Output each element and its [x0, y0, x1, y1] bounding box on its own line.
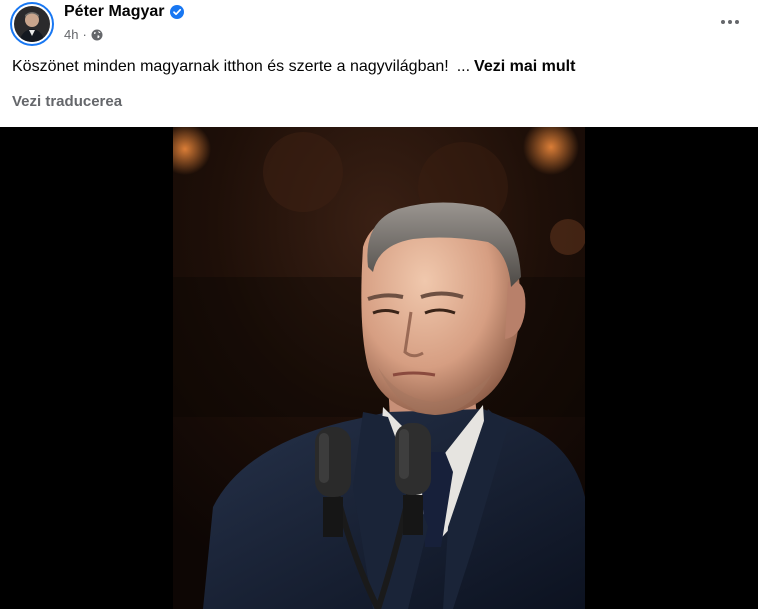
see-more-link[interactable]: Vezi mai mult	[474, 58, 575, 75]
post-photo[interactable]	[173, 127, 585, 609]
post-text: Köszönet minden magyarnak itthon és szer…	[12, 58, 575, 76]
see-translation-link[interactable]: Vezi traducerea	[12, 93, 122, 110]
globe-icon[interactable]	[91, 29, 103, 41]
post-meta: 4h ·	[64, 27, 103, 42]
verified-badge-icon	[169, 5, 184, 19]
author-row: Péter Magyar	[64, 3, 184, 21]
text-ellipsis: ...	[456, 58, 471, 75]
author-name[interactable]: Péter Magyar	[64, 3, 165, 21]
meta-separator: ·	[82, 27, 87, 42]
post-media	[0, 127, 758, 609]
avatar-image	[14, 6, 50, 42]
post-header: Péter Magyar 4h ·	[0, 0, 758, 50]
facebook-post: Péter Magyar 4h · Köszönet minden magyar…	[0, 0, 758, 609]
post-time[interactable]: 4h	[64, 27, 78, 42]
post-message: Köszönet minden magyarnak itthon és szer…	[12, 58, 449, 75]
more-options-icon[interactable]	[718, 10, 742, 34]
avatar[interactable]	[10, 2, 54, 46]
